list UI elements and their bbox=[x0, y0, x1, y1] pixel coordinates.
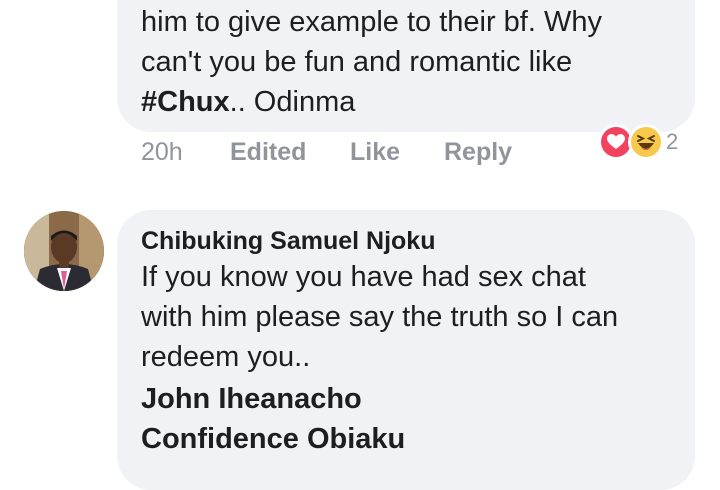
comment-text-line: with him please say the truth so I can bbox=[141, 301, 619, 333]
like-button[interactable]: Like bbox=[350, 140, 400, 165]
comment-author-name[interactable]: Chibuking Samuel Njoku bbox=[141, 229, 435, 254]
comment-text-line: #Chux.. Odinma bbox=[141, 88, 355, 117]
mentioned-user-link[interactable]: John Iheanacho bbox=[141, 385, 362, 414]
comment-text-line: redeem you.. bbox=[141, 341, 311, 373]
comment-text: .. Odinma bbox=[229, 86, 356, 118]
comment-text-line: If you know you have had sex chat bbox=[141, 261, 586, 293]
comment-timestamp[interactable]: 20h bbox=[141, 140, 183, 165]
comment-text-line: him to give example to their bf. Why bbox=[141, 6, 602, 38]
comment-text-line: can't you be fun and romantic like bbox=[141, 46, 573, 78]
edited-label[interactable]: Edited bbox=[230, 140, 306, 165]
avatar[interactable] bbox=[24, 211, 104, 291]
hashtag-link[interactable]: #Chux bbox=[141, 86, 230, 118]
reaction-count: 2 bbox=[666, 129, 679, 154]
haha-icon bbox=[628, 124, 664, 160]
reply-button[interactable]: Reply bbox=[444, 140, 512, 165]
reactions-summary[interactable]: 2 bbox=[598, 124, 693, 160]
